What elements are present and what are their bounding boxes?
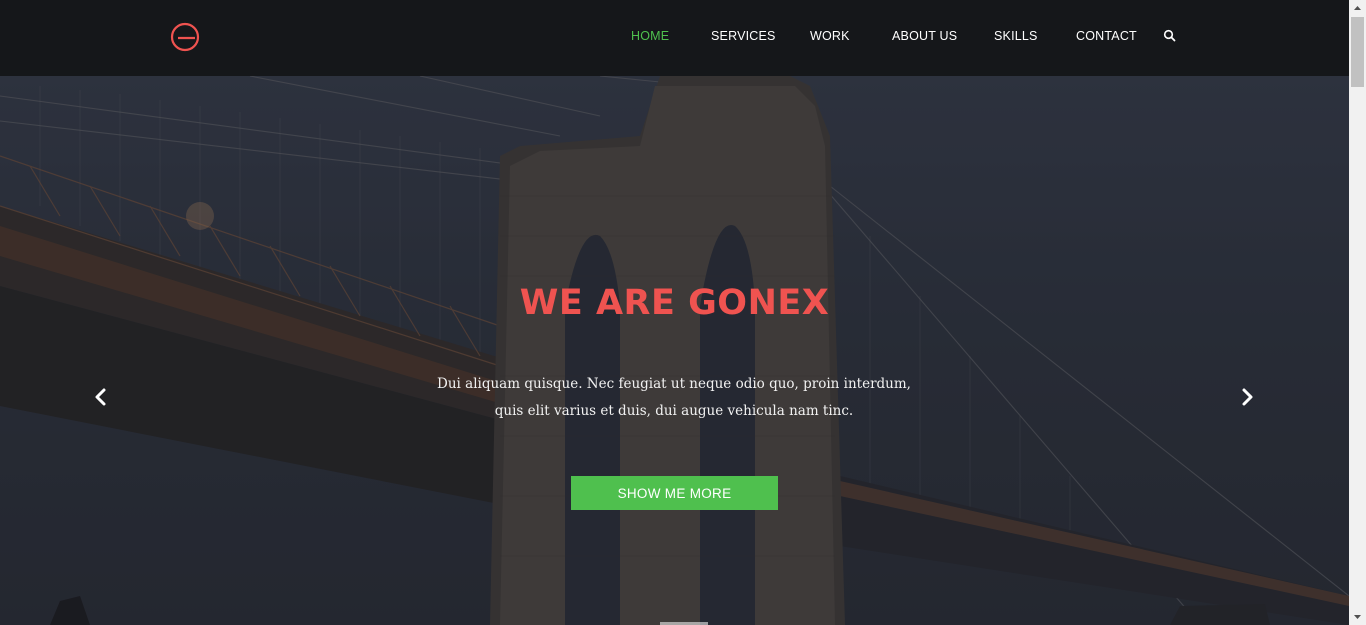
nav-about-us[interactable]: ABOUT US [892,28,957,44]
hero-dark-overlay [0,76,1349,625]
hero-description: Dui aliquam quisque. Nec feugiat ut nequ… [424,371,924,425]
hero-slider: WE ARE GONEX Dui aliquam quisque. Nec fe… [0,76,1349,625]
scroll-up-arrow-icon[interactable] [1349,0,1366,17]
nav-contact[interactable]: CONTACT [1076,28,1137,44]
nav-work[interactable]: WORK [810,28,850,44]
nav-skills[interactable]: SKILLS [994,28,1038,44]
hero-description-line-1: Dui aliquam quisque. Nec feugiat ut nequ… [437,376,911,392]
nav-home[interactable]: HOME [631,28,669,44]
vertical-scrollbar[interactable] [1349,0,1366,625]
show-me-more-button[interactable]: SHOW ME MORE [571,476,778,510]
hero-description-line-2: quis elit varius et duis, dui augue vehi… [494,403,854,419]
scroll-down-arrow-icon[interactable] [1349,608,1366,625]
hero-title: WE ARE GONEX [519,283,830,323]
page: HOME SERVICES WORK ABOUT US SKILLS CONTA… [0,0,1366,625]
chevron-right-icon[interactable] [1239,387,1255,407]
scrollbar-thumb[interactable] [1351,17,1364,87]
top-navbar: HOME SERVICES WORK ABOUT US SKILLS CONTA… [0,0,1349,76]
g-logo-icon[interactable] [170,22,200,52]
search-icon[interactable] [1163,29,1177,43]
nav-services[interactable]: SERVICES [711,28,776,44]
chevron-left-icon[interactable] [93,387,109,407]
